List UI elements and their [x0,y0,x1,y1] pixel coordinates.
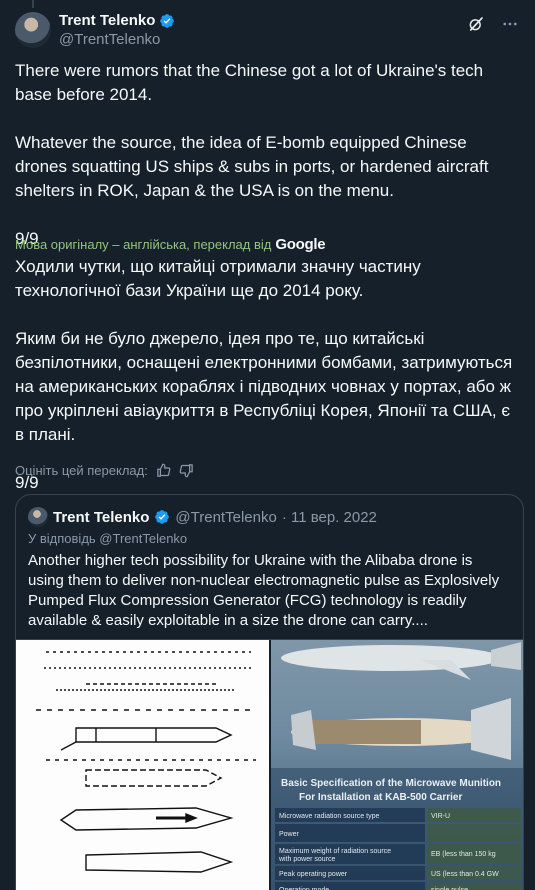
more-icon[interactable] [500,14,520,34]
author-name[interactable]: Trent Telenko [59,12,155,29]
translation-note: Мова оригіналу – англійська, переклад ві… [15,236,326,253]
thumbs-down-icon[interactable] [179,463,194,478]
quoted-author-avatar [28,507,48,527]
quoted-tweet-header: Trent Telenko @TrentTelenko · 11 вер. 20… [28,507,377,527]
media-image-diagram[interactable] [16,640,269,890]
svg-text:VIR-U: VIR-U [431,813,450,820]
translation-provider: Google [275,236,326,253]
author-handle[interactable]: @TrentTelenko [59,31,160,48]
translation-note-text: Мова оригіналу – англійська, переклад ві… [15,237,272,252]
author-name-row[interactable]: Trent Telenko [59,12,175,29]
verified-badge-icon [155,510,170,524]
quoted-tweet-date: · 11 вер. 2022 [281,508,377,526]
tweet-header: Trent Telenko @TrentTelenko [15,10,520,50]
grok-icon[interactable] [466,14,486,34]
rate-translation-row: Оцініть цей переклад: [15,463,194,478]
quoted-tweet[interactable]: Trent Telenko @TrentTelenko · 11 вер. 20… [15,494,524,890]
tweet-original-text: There were rumors that the Chinese got a… [15,61,489,248]
thumbs-up-icon[interactable] [156,463,171,478]
author-avatar[interactable] [15,12,51,48]
svg-text:Power: Power [279,831,300,838]
svg-text:US (less than 0.4 GW: US (less than 0.4 GW [431,871,499,878]
svg-text:with power source: with power source [278,856,336,863]
svg-text:For Installation at KAB-500 Ca: For Installation at KAB-500 Carrier [299,792,462,803]
quoted-author-name: Trent Telenko [53,508,150,526]
svg-text:Microwave radiation source typ: Microwave radiation source type [279,813,379,820]
quoted-media[interactable]: Basic Specification of the Microwave Mun… [16,639,523,890]
svg-text:Basic Specification of the Mic: Basic Specification of the Microwave Mun… [281,778,501,789]
svg-text:Maximum weight of radiation so: Maximum weight of radiation source [279,848,391,855]
thread-connector-line [32,0,34,8]
quoted-replying-to: У відповідь @TrentTelenko [28,531,188,546]
svg-text:Peak operating power: Peak operating power [279,871,348,878]
tweet-translated-text: Ходили чутки, що китайці отримали значну… [15,257,513,492]
svg-text:EB (less than 150 kg: EB (less than 150 kg [431,851,496,858]
rate-translation-label: Оцініть цей переклад: [15,463,148,478]
verified-badge-icon [160,13,175,28]
quoted-tweet-text: Another higher tech possibility for Ukra… [28,552,500,629]
media-image-munition-photo[interactable]: Basic Specification of the Microwave Mun… [271,640,523,890]
quoted-author-handle: @TrentTelenko [175,508,277,526]
